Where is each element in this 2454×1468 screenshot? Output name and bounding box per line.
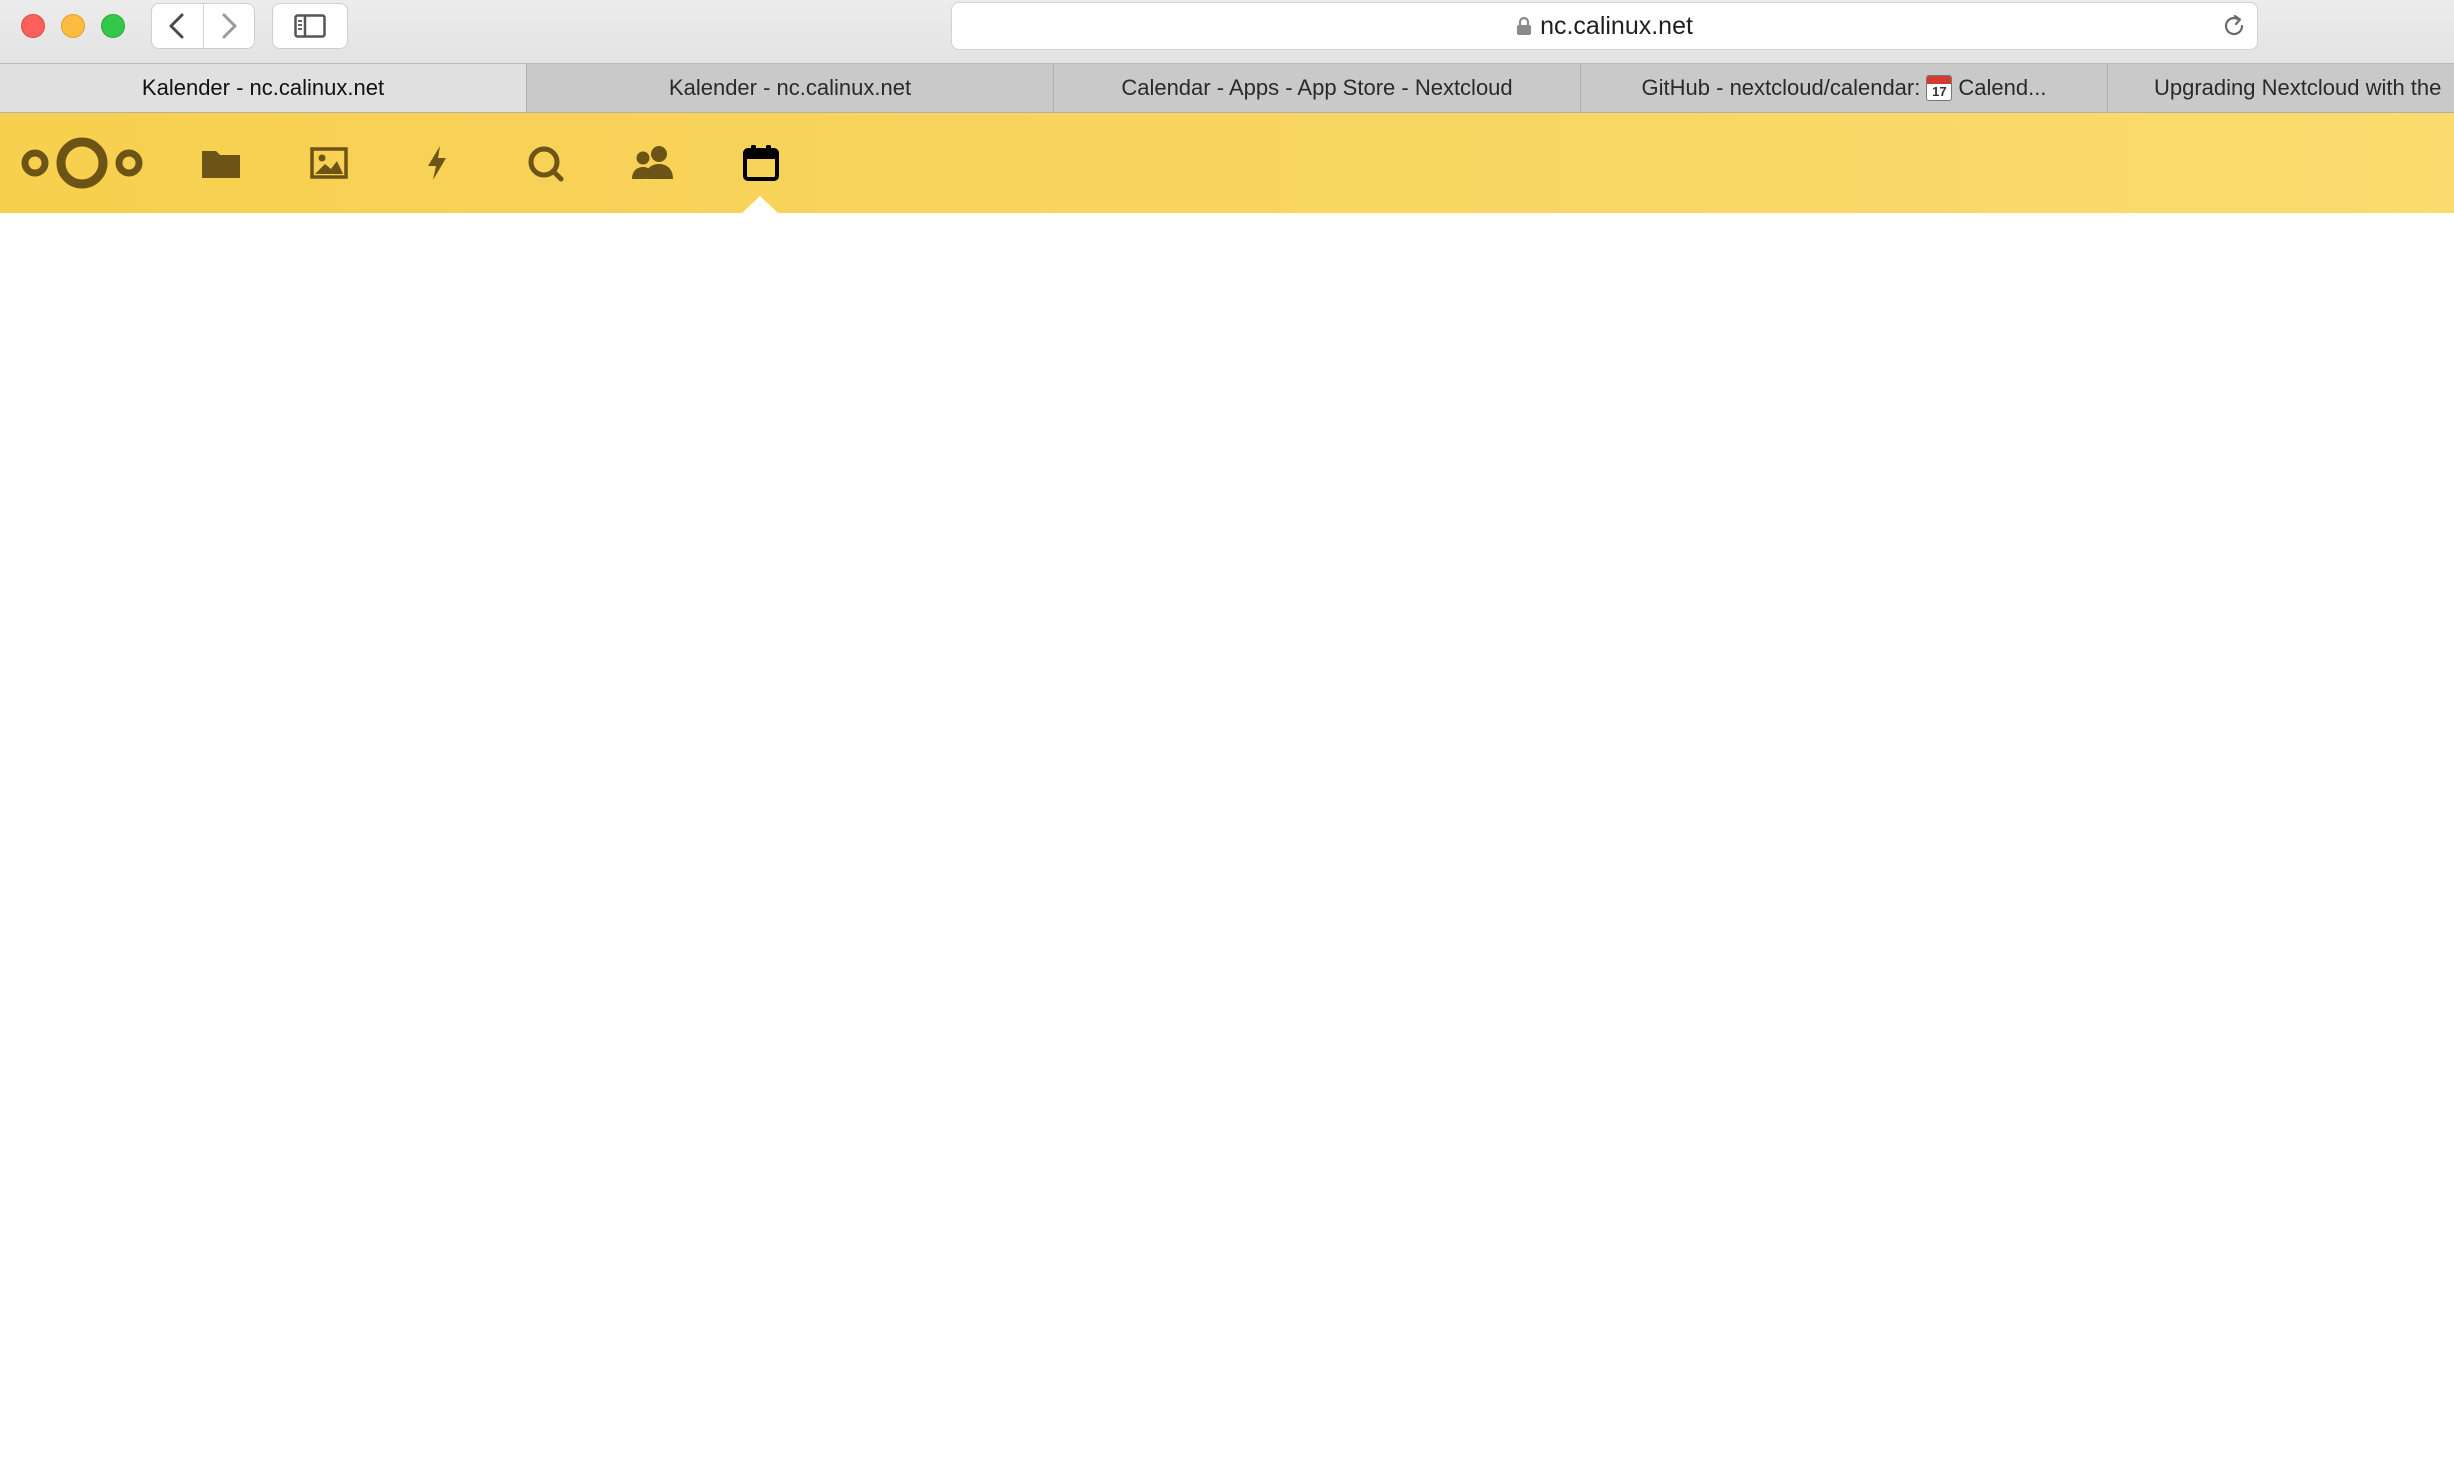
tab-title: Calendar - Apps - App Store - Nextcloud [1121, 75, 1513, 100]
image-icon [310, 147, 348, 179]
nextcloud-header [0, 113, 2454, 213]
address-url: nc.calinux.net [1540, 11, 1693, 40]
active-app-indicator [742, 196, 778, 213]
nextcloud-logo[interactable] [20, 135, 144, 196]
chevron-left-icon [169, 13, 184, 39]
app-contacts[interactable] [630, 140, 676, 186]
browser-tab[interactable]: GitHub - nextcloud/calendar: Calend... [1581, 64, 2108, 112]
app-search[interactable] [522, 140, 568, 186]
tab-title: Kalender - nc.calinux.net [141, 75, 385, 100]
app-calendar[interactable] [738, 140, 784, 186]
history-nav [151, 3, 255, 49]
sidebar-toggle-button[interactable] [272, 3, 348, 49]
calendar-emoji-icon [1926, 75, 1953, 101]
window-minimize-button[interactable] [61, 14, 85, 38]
calendar-icon [743, 145, 779, 181]
tab-title-prefix: GitHub - nextcloud/calendar: [1641, 75, 1921, 100]
tab-title: Upgrading Nextcloud with the [2154, 75, 2442, 100]
lightning-icon [428, 146, 446, 180]
search-icon [528, 146, 564, 182]
browser-tab[interactable]: Kalender - nc.calinux.net [527, 64, 1054, 112]
app-content [0, 213, 2454, 1468]
tab-title: Kalender - nc.calinux.net [668, 75, 912, 100]
app-files[interactable] [198, 140, 244, 186]
browser-tab[interactable]: Kalender - nc.calinux.net [0, 64, 527, 112]
sidebar-icon [294, 14, 326, 38]
forward-button[interactable] [202, 4, 255, 48]
folder-icon [202, 151, 240, 178]
reload-icon [2224, 14, 2244, 36]
browser-tab[interactable]: Upgrading Nextcloud with the [2108, 64, 2454, 112]
address-bar[interactable]: nc.calinux.net [951, 2, 2258, 50]
browser-tab-strip: Kalender - nc.calinux.net Kalender - nc.… [0, 63, 2454, 113]
contacts-icon [632, 146, 673, 179]
window-close-button[interactable] [21, 14, 45, 38]
browser-titlebar: nc.calinux.net [0, 0, 2454, 63]
nextcloud-logo-icon [21, 137, 143, 189]
window-zoom-button[interactable] [101, 14, 125, 38]
browser-tab[interactable]: Calendar - Apps - App Store - Nextcloud [1054, 64, 1581, 112]
back-button[interactable] [152, 4, 203, 48]
chevron-right-icon [222, 13, 237, 39]
tab-title-suffix: Calend... [1958, 75, 2047, 100]
lock-icon [1517, 16, 1532, 35]
app-activity[interactable] [414, 140, 460, 186]
reload-button[interactable] [2221, 13, 2247, 44]
app-photos[interactable] [306, 140, 352, 186]
